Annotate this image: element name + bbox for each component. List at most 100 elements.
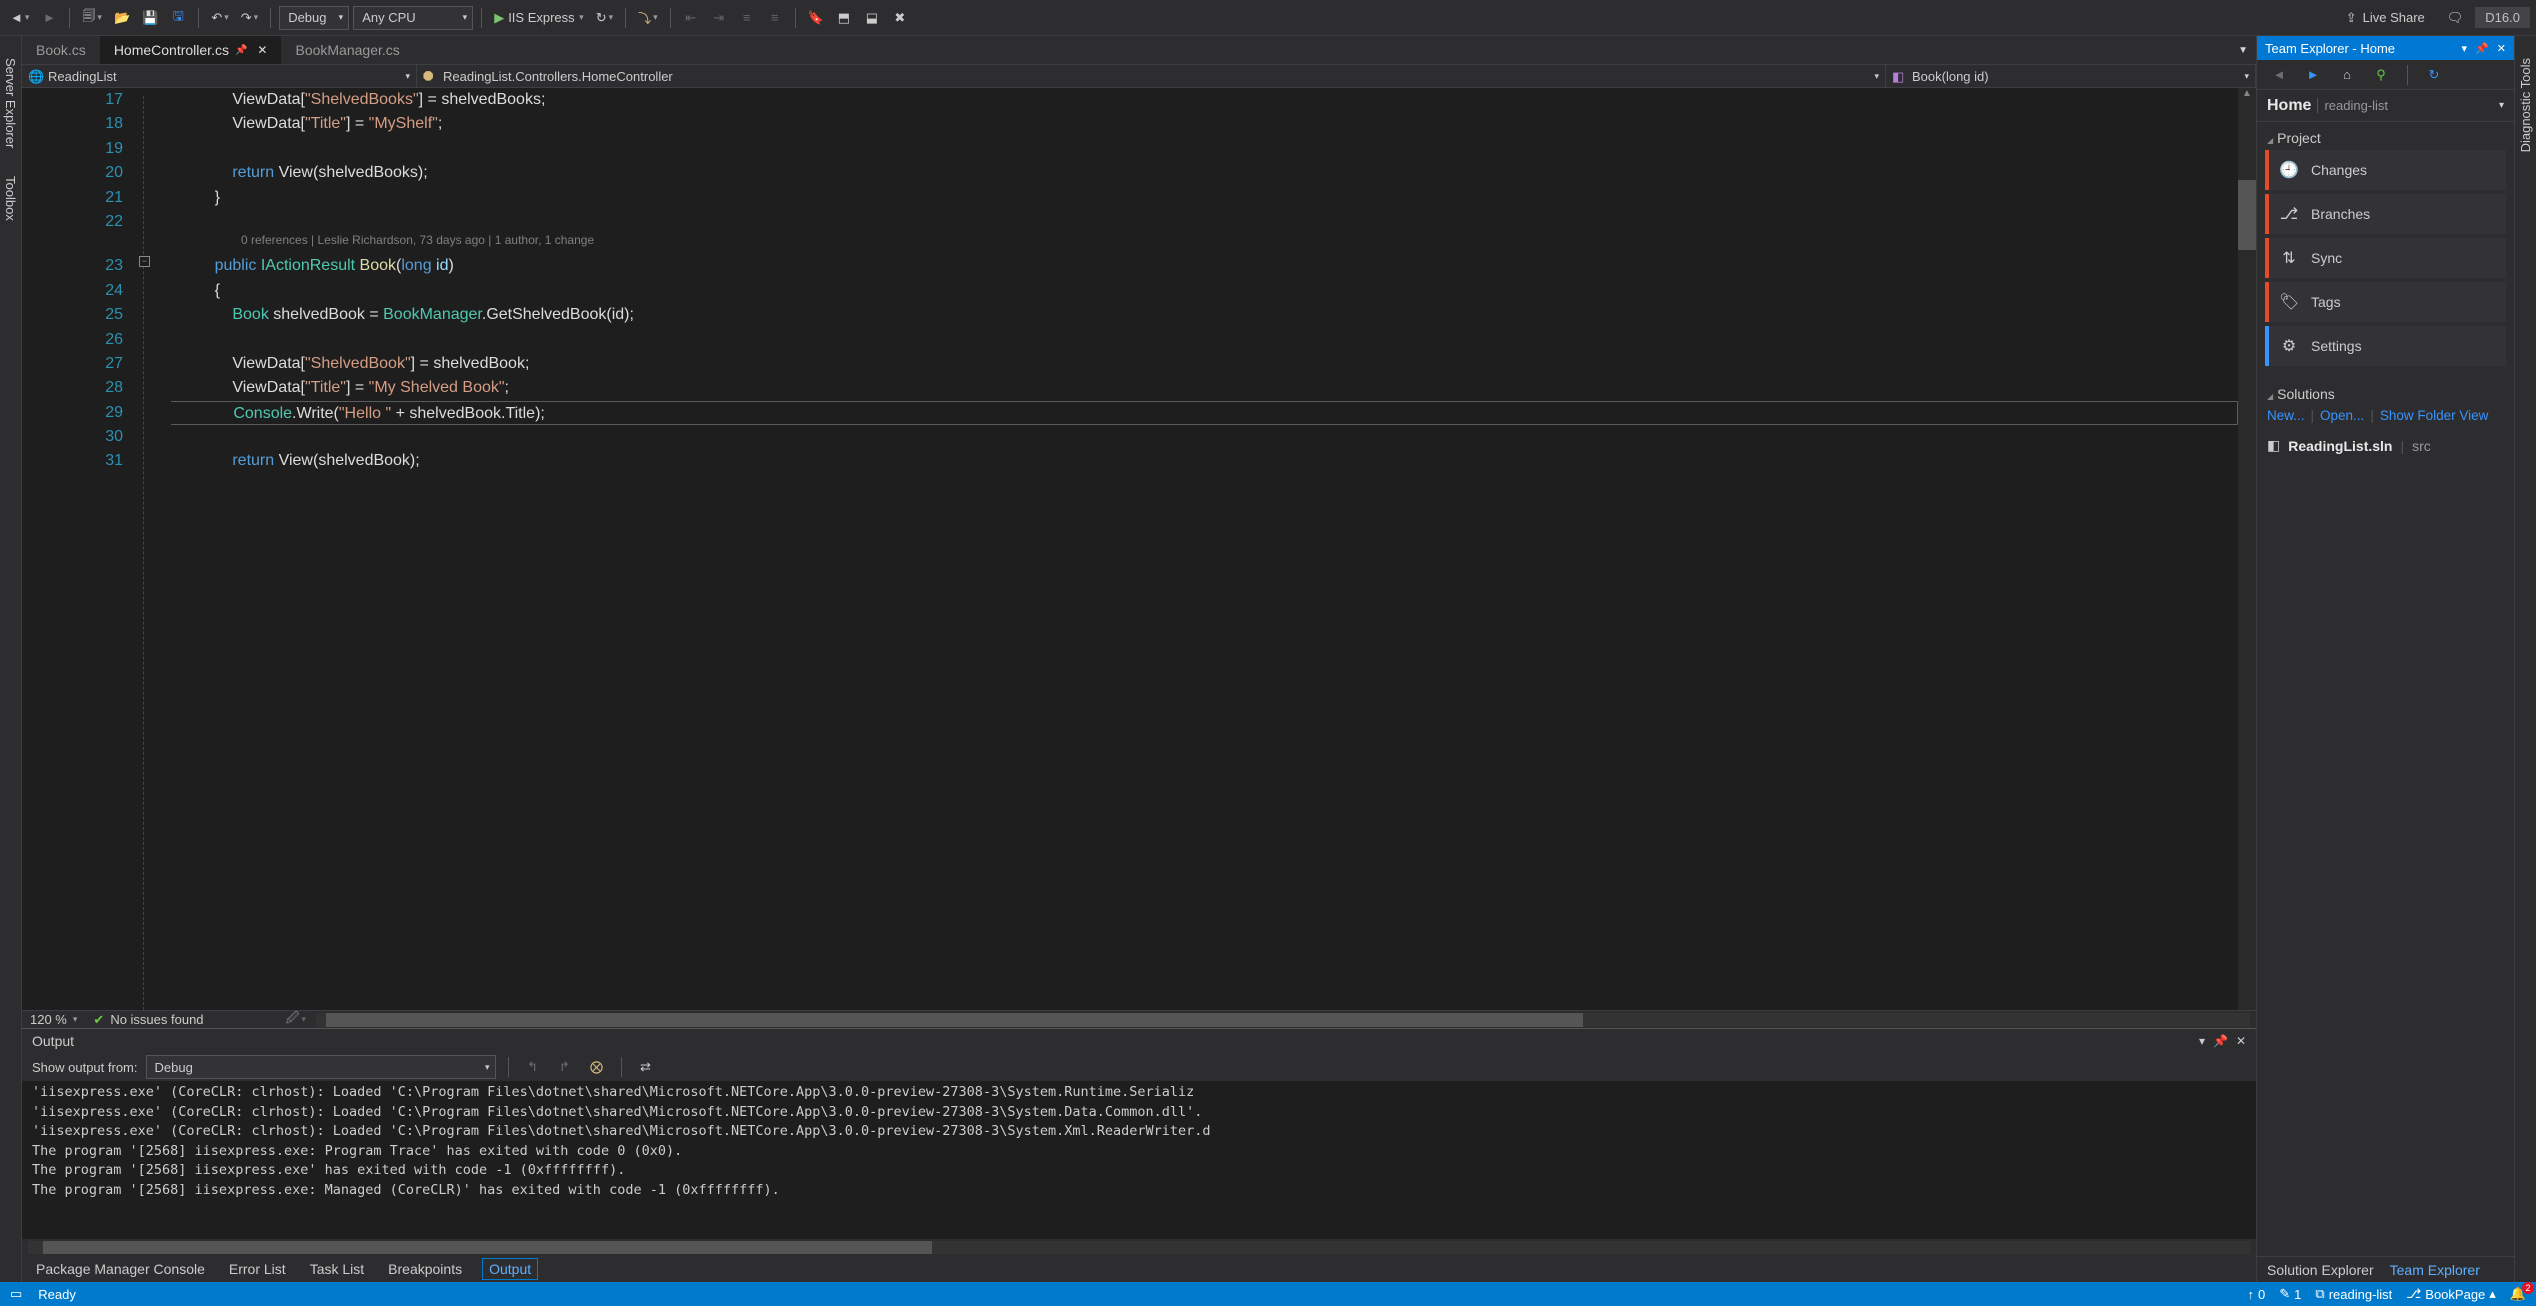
tab-book-cs[interactable]: Book.cs bbox=[22, 36, 100, 64]
pin-icon[interactable]: 📌 bbox=[235, 45, 247, 56]
feedback-button[interactable]: 🗨 bbox=[2443, 6, 2468, 30]
tab-bookmanager-cs[interactable]: BookManager.cs bbox=[281, 36, 413, 64]
nav-class-dropdown[interactable]: ⯃ReadingList.Controllers.HomeController bbox=[417, 65, 1886, 87]
output-source-dropdown[interactable]: Debug bbox=[146, 1055, 496, 1079]
screwdriver-icon: 🖉▾ bbox=[282, 1008, 310, 1032]
code-editor[interactable]: 171819202122 232425262728293031 − ViewDa… bbox=[22, 88, 2256, 1010]
solution-icon: ◧ bbox=[2267, 437, 2280, 454]
undo-button[interactable]: ↶▾ bbox=[207, 6, 232, 30]
tab-homecontroller-cs[interactable]: HomeController.cs 📌 ✕ bbox=[100, 36, 282, 64]
indent-out-button: ⇤ bbox=[679, 6, 703, 30]
team-explorer-header: Team Explorer - Home ▾ 📌 ✕ bbox=[2257, 36, 2514, 60]
nav-back-button[interactable]: ◄▾ bbox=[6, 6, 33, 30]
editor-footer: 120 %▾ ✔No issues found 🖉▾ bbox=[22, 1010, 2256, 1028]
output-wrap-button[interactable]: ⇄ bbox=[634, 1055, 658, 1079]
scroll-thumb[interactable] bbox=[2238, 180, 2256, 250]
status-pending-changes[interactable]: ✎ 1 bbox=[2279, 1286, 2301, 1302]
bookmark-clear-button[interactable]: ✖ bbox=[888, 6, 912, 30]
switch-solution-explorer[interactable]: Solution Explorer bbox=[2267, 1262, 2374, 1278]
tab-pmc[interactable]: Package Manager Console bbox=[32, 1258, 209, 1280]
te-item-branches[interactable]: ⎇Branches bbox=[2265, 194, 2506, 234]
status-bar: ▭ Ready ↑ 0 ✎ 1 ⧉ reading-list ⎇ BookPag… bbox=[0, 1282, 2536, 1306]
status-repo[interactable]: ⧉ reading-list bbox=[2315, 1286, 2392, 1302]
config-dropdown[interactable]: Debug bbox=[279, 6, 349, 30]
panel-pin-icon[interactable]: 📌 bbox=[2475, 42, 2489, 55]
document-tabs: Book.cs HomeController.cs 📌 ✕ BookManage… bbox=[22, 36, 2256, 64]
method-icon: ◧ bbox=[1892, 69, 1906, 83]
right-side-tabs: Diagnostic Tools bbox=[2514, 36, 2536, 1282]
status-branch[interactable]: ⎇ BookPage ▴ bbox=[2406, 1286, 2496, 1302]
panel-close-icon[interactable]: ✕ bbox=[2497, 42, 2506, 55]
output-text[interactable]: 'iisexpress.exe' (CoreCLR: clrhost): Loa… bbox=[22, 1081, 2256, 1239]
tab-breakpoints[interactable]: Breakpoints bbox=[384, 1258, 466, 1280]
status-unpushed[interactable]: ↑ 0 bbox=[2248, 1287, 2266, 1302]
bookmark-next-button[interactable]: ⬓ bbox=[860, 6, 884, 30]
output-next-button: ↱ bbox=[553, 1055, 577, 1079]
refresh-browser-button[interactable]: ↻▾ bbox=[592, 6, 617, 30]
fold-gutter[interactable]: − bbox=[137, 88, 171, 1010]
redo-button[interactable]: ↷▾ bbox=[237, 6, 262, 30]
te-item-icon: 🏷 bbox=[2279, 292, 2299, 312]
nav-fwd-button[interactable]: ► bbox=[37, 6, 61, 30]
status-window-icon[interactable]: ▭ bbox=[10, 1286, 22, 1302]
vs-version-badge: D16.0 bbox=[2475, 7, 2530, 28]
output-prev-button: ↰ bbox=[521, 1055, 545, 1079]
status-notifications[interactable]: 🔔2 bbox=[2510, 1286, 2526, 1302]
te-item-settings[interactable]: ⚙Settings bbox=[2265, 326, 2506, 366]
panel-dropdown-icon[interactable]: ▾ bbox=[2199, 1034, 2205, 1048]
te-solutions-section[interactable]: Solutions bbox=[2257, 378, 2514, 404]
te-item-tags[interactable]: 🏷Tags bbox=[2265, 282, 2506, 322]
diagnostic-tools-tab[interactable]: Diagnostic Tools bbox=[2516, 52, 2535, 158]
panel-dropdown-icon[interactable]: ▾ bbox=[2462, 42, 2468, 55]
te-item-icon: 🕘 bbox=[2279, 160, 2299, 180]
save-all-button[interactable]: 🖫 bbox=[166, 6, 190, 30]
te-item-icon: ⇅ bbox=[2279, 248, 2299, 268]
te-refresh-button[interactable]: ↻ bbox=[2422, 63, 2446, 87]
te-link-open[interactable]: Open... bbox=[2320, 408, 2364, 423]
te-solution-item[interactable]: ◧ ReadingList.sln | src bbox=[2257, 431, 2514, 460]
nav-member-dropdown[interactable]: ◧Book(long id) bbox=[1886, 65, 2256, 87]
server-explorer-tab[interactable]: Server Explorer bbox=[1, 52, 20, 154]
tab-tasklist[interactable]: Task List bbox=[306, 1258, 368, 1280]
te-item-changes[interactable]: 🕘Changes bbox=[2265, 150, 2506, 190]
save-button[interactable]: 💾 bbox=[138, 6, 162, 30]
panel-close-icon[interactable]: ✕ bbox=[2236, 1034, 2246, 1048]
issues-indicator[interactable]: ✔No issues found bbox=[85, 1012, 211, 1028]
te-home-button[interactable]: ⌂ bbox=[2335, 63, 2359, 87]
indent-in-button: ⇥ bbox=[707, 6, 731, 30]
new-item-button[interactable]: 🗐▾ bbox=[78, 6, 106, 30]
te-fwd-button[interactable]: ► bbox=[2301, 63, 2325, 87]
comment-button: ≡ bbox=[735, 6, 759, 30]
bookmark-prev-button[interactable]: ⬒ bbox=[832, 6, 856, 30]
uncomment-button: ≡ bbox=[763, 6, 787, 30]
step-over-button[interactable]: ⤵▾ bbox=[634, 6, 662, 30]
team-explorer-title[interactable]: Home reading-list ▾ bbox=[2257, 90, 2514, 122]
tabs-overflow-button[interactable]: ▼ bbox=[2230, 45, 2256, 56]
bookmark-button[interactable]: 🔖 bbox=[804, 6, 828, 30]
tab-output[interactable]: Output bbox=[482, 1258, 538, 1280]
zoom-dropdown[interactable]: 120 %▾ bbox=[22, 1012, 85, 1027]
te-project-section[interactable]: Project bbox=[2257, 122, 2514, 148]
te-link-new[interactable]: New... bbox=[2267, 408, 2305, 423]
output-source-label: Show output from: bbox=[32, 1060, 138, 1075]
live-share-button[interactable]: ⇪ Live Share bbox=[2336, 5, 2435, 31]
platform-dropdown[interactable]: Any CPU bbox=[353, 6, 473, 30]
toolbox-tab[interactable]: Toolbox bbox=[1, 170, 20, 227]
switch-team-explorer[interactable]: Team Explorer bbox=[2390, 1262, 2480, 1278]
horizontal-scrollbar[interactable] bbox=[316, 1013, 2250, 1027]
open-file-button[interactable]: 📂 bbox=[110, 6, 134, 30]
output-hscroll[interactable] bbox=[22, 1239, 2256, 1256]
te-link-folder[interactable]: Show Folder View bbox=[2380, 408, 2489, 423]
vertical-scrollbar[interactable]: ▭ ▲ bbox=[2238, 88, 2256, 1010]
te-back-button: ◄ bbox=[2267, 63, 2291, 87]
start-debug-button[interactable]: ▶IIS Express ▾ bbox=[490, 6, 588, 30]
output-clear-button[interactable]: ⨂ bbox=[585, 1055, 609, 1079]
te-item-sync[interactable]: ⇅Sync bbox=[2265, 238, 2506, 278]
te-connect-button[interactable]: ⚲ bbox=[2369, 63, 2393, 87]
output-panel: Output ▾ 📌 ✕ Show output from: Debug ↰ ↱… bbox=[22, 1028, 2256, 1256]
fold-toggle-icon[interactable]: − bbox=[139, 256, 150, 267]
close-tab-icon[interactable]: ✕ bbox=[257, 43, 267, 57]
panel-pin-icon[interactable]: 📌 bbox=[2213, 1034, 2228, 1048]
nav-project-dropdown[interactable]: 🌐ReadingList bbox=[22, 65, 417, 87]
tab-errorlist[interactable]: Error List bbox=[225, 1258, 290, 1280]
